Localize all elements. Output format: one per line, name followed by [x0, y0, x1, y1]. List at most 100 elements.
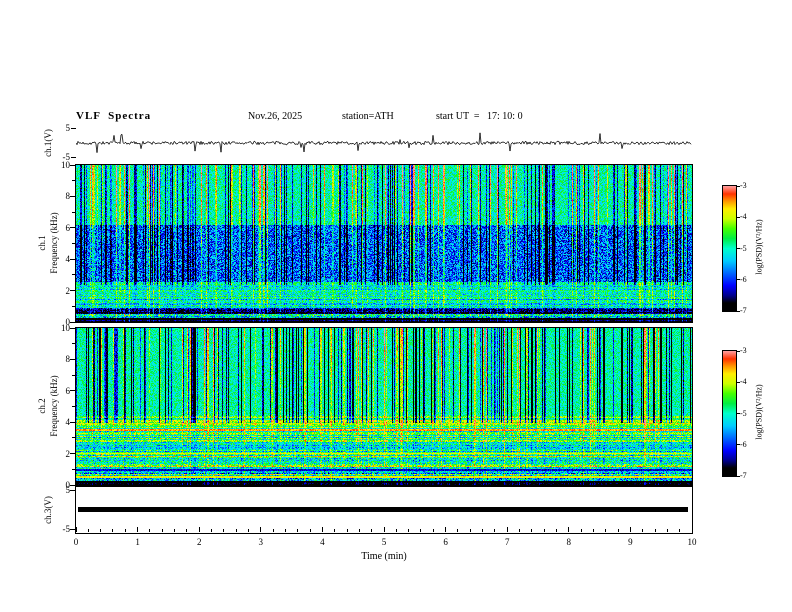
ch3-ytick [70, 529, 75, 530]
x-minor-tick [580, 529, 582, 532]
x-minor-tick [174, 529, 176, 532]
ch2-spec-ytick-major [70, 390, 76, 392]
x-minor-tick [469, 529, 471, 532]
colorbar-tick [737, 310, 740, 312]
ch2-spec-ytick-label: 6 [65, 385, 71, 396]
colorbar-tick-label: -5 [740, 243, 747, 253]
ch1-spectrogram-canvas [75, 164, 693, 323]
x-major-tick [75, 527, 77, 532]
x-tick-label: 6 [443, 537, 448, 547]
ch2-spec-ytick-label: 8 [65, 354, 71, 365]
x-minor-tick [543, 529, 545, 532]
x-minor-tick [519, 529, 521, 532]
x-tick-label: 5 [381, 537, 387, 547]
x-minor-tick [482, 529, 484, 532]
colorbar-tick [737, 350, 740, 352]
x-minor-tick [494, 529, 496, 532]
colorbar-tick [737, 216, 740, 218]
x-minor-tick [272, 529, 274, 532]
colorbar-tick [737, 381, 740, 383]
x-minor-tick [531, 529, 533, 532]
ch2-spec-ytick-label: 4 [65, 417, 71, 428]
x-major-tick [629, 527, 631, 532]
ch1-spec-ytick-label: 2 [65, 285, 71, 296]
x-minor-tick [605, 529, 607, 532]
x-minor-tick [432, 529, 434, 532]
ch1-spec-ytick-label: 6 [65, 222, 71, 233]
plot-date: Nov.26, 2025 [248, 111, 303, 122]
x-minor-tick [617, 529, 619, 532]
x-minor-tick [408, 529, 410, 532]
x-tick-label: 7 [504, 537, 510, 547]
ch1-spec-ytick-major [70, 258, 76, 260]
ch2-spec-ytick-minor [72, 343, 76, 345]
ch2-spec-ylabel: Frequency (kHz) [49, 375, 59, 437]
x-minor-tick [124, 529, 126, 532]
x-minor-tick [334, 529, 336, 532]
plot-title: VLF Spectra [76, 110, 152, 122]
ch1-wave-ytick [71, 128, 76, 129]
x-minor-tick [420, 529, 422, 532]
x-minor-tick [309, 529, 311, 532]
plot-start-ut: start UT = 17: 10: 0 [436, 111, 523, 122]
x-minor-tick [679, 529, 681, 532]
ch3-signal-bar [78, 507, 688, 512]
colorbar-tick [737, 475, 740, 477]
x-minor-tick [297, 529, 299, 532]
ch2-spec-ytick-minor [72, 437, 76, 439]
ch1-wave-ytick [71, 157, 76, 158]
x-minor-tick [457, 529, 459, 532]
colorbar-tick [737, 185, 740, 187]
ch1-spec-ytick-major [70, 164, 76, 166]
colorbar-tick-label: -4 [740, 212, 747, 222]
x-minor-tick [100, 529, 102, 532]
x-major-tick [198, 527, 200, 532]
x-minor-tick [211, 529, 213, 532]
ch1-wave-ytick-label: 5 [65, 123, 71, 133]
x-minor-tick [358, 529, 360, 532]
x-minor-tick [235, 529, 237, 532]
ch2-spec-channel-label: ch.2 [37, 398, 47, 414]
ch1-spec-ytick-minor [72, 274, 76, 276]
x-minor-tick [161, 529, 163, 532]
x-tick-label: 0 [73, 537, 79, 547]
ch1-spec-ytick-minor [72, 180, 76, 182]
x-minor-tick [592, 529, 594, 532]
colorbar-tick [737, 444, 740, 446]
x-major-tick [506, 527, 508, 532]
x-tick-label: 3 [258, 537, 264, 547]
ch2-spec-ytick-major [70, 327, 76, 329]
plot-station: station=ATH [342, 111, 394, 122]
colorbar-tick-label: -3 [740, 181, 747, 190]
ch3-ytick-label: 5 [65, 485, 71, 495]
ch2-spec-ytick-minor [72, 468, 76, 470]
x-minor-tick [642, 529, 644, 532]
ch2-spec-ytick-major [70, 453, 76, 455]
colorbar-tick-label: -7 [740, 471, 747, 480]
ch2-spec-ytick-label: 2 [65, 448, 71, 459]
x-minor-tick [149, 529, 151, 532]
x-minor-tick [395, 529, 397, 532]
ch1-spec-ytick-minor [72, 305, 76, 307]
ch2-spec-ytick-major [70, 421, 76, 423]
x-minor-tick [112, 529, 114, 532]
ch2-spec-ytick-major [70, 358, 76, 360]
ch2-spec-ytick-label: 10 [61, 323, 70, 333]
colorbar-tick-label: -6 [740, 274, 747, 284]
x-major-tick [691, 527, 693, 532]
colorbar-tick-label: -4 [740, 377, 747, 387]
x-major-tick [445, 527, 447, 532]
ch2-spec-ytick-minor [72, 374, 76, 376]
ch1-spec-ytick-label: 4 [65, 254, 71, 265]
x-tick-label: 9 [628, 537, 633, 547]
x-minor-tick [371, 529, 373, 532]
x-minor-tick [346, 529, 348, 532]
x-minor-tick [247, 529, 249, 532]
x-minor-tick [654, 529, 656, 532]
colorbar-tick [737, 248, 740, 249]
colorbar-tick [737, 279, 740, 281]
colorbar1-label: log(PSD)(V²/Hz) [754, 219, 764, 275]
x-minor-tick [666, 529, 668, 532]
ch1-wave-ytick-label: -5 [62, 152, 71, 162]
ch2-spectrogram-canvas [75, 327, 693, 486]
